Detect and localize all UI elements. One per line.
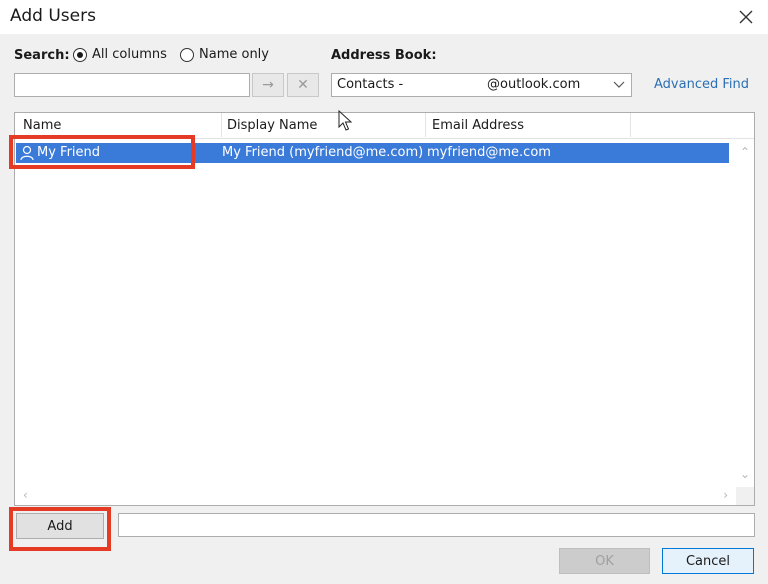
address-book-value-suffix: @outlook.com xyxy=(487,77,581,92)
radio-unselected-indicator xyxy=(180,47,194,62)
address-book-select[interactable]: Contacts - @outlook.com xyxy=(331,73,632,97)
add-button[interactable]: Add xyxy=(16,513,104,539)
redacted-region xyxy=(407,75,487,95)
ok-button[interactable]: OK xyxy=(559,548,650,574)
add-users-field[interactable] xyxy=(118,513,755,537)
column-header-name[interactable]: Name xyxy=(23,118,61,133)
column-header-display-name[interactable]: Display Name xyxy=(227,118,317,133)
column-divider[interactable] xyxy=(425,113,426,137)
row-display-name: My Friend (myfriend@me.com) xyxy=(222,145,424,160)
address-book-value-prefix: Contacts - xyxy=(337,77,404,92)
radio-name-only-label: Name only xyxy=(199,47,269,62)
search-go-button[interactable]: → xyxy=(252,73,284,97)
close-button[interactable] xyxy=(732,4,760,30)
scroll-right-icon[interactable]: › xyxy=(723,488,728,502)
contact-person-icon xyxy=(20,145,34,161)
radio-all-columns-label: All columns xyxy=(92,47,167,62)
scroll-up-icon[interactable]: ⌃ xyxy=(740,145,750,159)
list-header: Name Display Name Email Address xyxy=(15,113,754,139)
row-email: myfriend@me.com xyxy=(427,145,551,160)
vertical-scrollbar[interactable]: ⌃ ⌄ xyxy=(736,139,754,485)
chevron-down-icon xyxy=(613,81,625,88)
scroll-left-icon[interactable]: ‹ xyxy=(23,488,28,502)
horizontal-scrollbar[interactable]: ‹ › xyxy=(15,487,736,505)
search-clear-button[interactable]: ✕ xyxy=(287,73,319,97)
scrollbar-corner xyxy=(736,487,754,505)
column-header-email[interactable]: Email Address xyxy=(432,118,524,133)
close-icon: ✕ xyxy=(297,77,309,93)
search-input[interactable] xyxy=(14,73,250,97)
close-icon xyxy=(739,10,753,24)
radio-all-columns[interactable]: All columns xyxy=(73,47,167,62)
column-divider[interactable] xyxy=(630,113,631,137)
row-name: My Friend xyxy=(37,145,101,160)
search-label: Search: xyxy=(14,48,70,63)
users-list[interactable]: Name Display Name Email Address My Frien… xyxy=(14,112,755,506)
radio-selected-indicator xyxy=(73,47,87,62)
arrow-right-icon: → xyxy=(262,77,274,93)
column-divider[interactable] xyxy=(221,113,222,137)
advanced-find-link[interactable]: Advanced Find xyxy=(654,77,749,92)
cancel-button[interactable]: Cancel xyxy=(662,548,754,574)
dialog-title: Add Users xyxy=(10,6,96,26)
address-book-label: Address Book: xyxy=(331,48,437,63)
mouse-cursor-icon xyxy=(338,110,353,131)
title-bar: Add Users xyxy=(0,0,768,34)
scroll-down-icon[interactable]: ⌄ xyxy=(740,467,750,481)
table-row[interactable]: My Friend My Friend (myfriend@me.com) my… xyxy=(16,143,729,163)
radio-name-only[interactable]: Name only xyxy=(180,47,269,62)
